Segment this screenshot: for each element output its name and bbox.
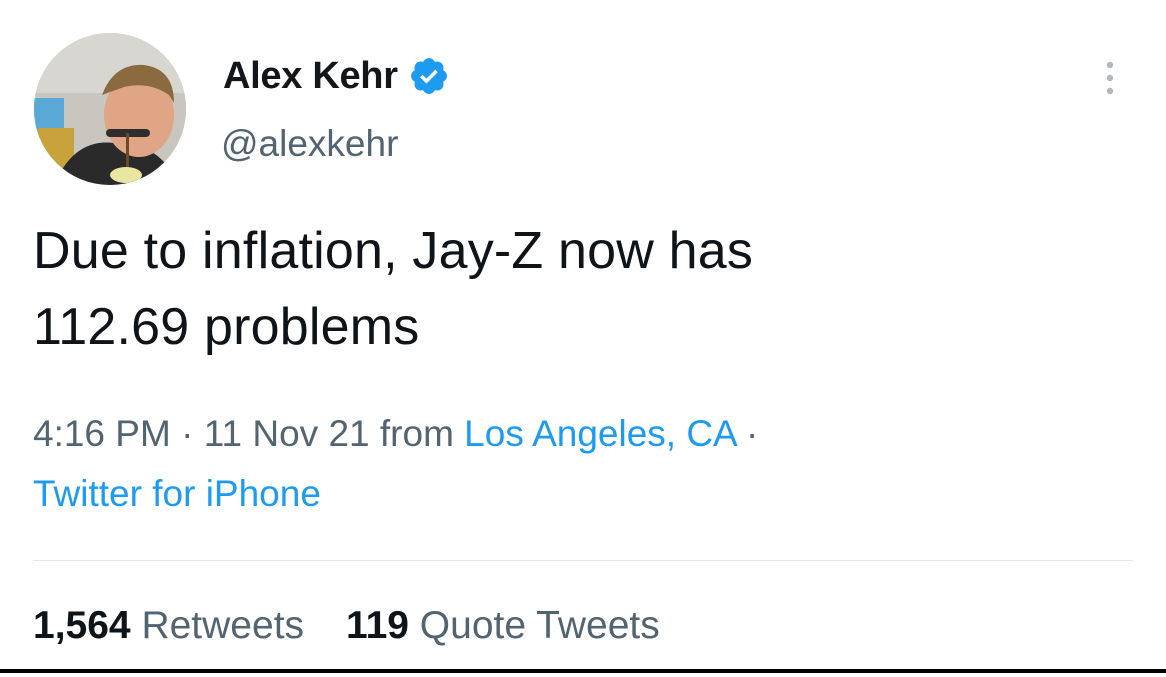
quote-tweets-count: 119 (346, 604, 409, 647)
tweet-text-line: Due to inflation, Jay-Z now has (33, 222, 754, 280)
avatar-photo (34, 33, 186, 185)
avatar[interactable] (34, 33, 186, 185)
divider (33, 560, 1133, 561)
more-options-button[interactable] (1092, 56, 1128, 100)
user-handle[interactable]: @alexkehr (221, 122, 398, 166)
retweets-label: Retweets (141, 604, 305, 647)
timestamp-row: 4:16 PM · 11 Nov 21 from Los Angeles, CA… (33, 404, 1133, 464)
retweets-count: 1,564 (33, 604, 131, 647)
engagement-stats: 1,564 Retweets 119 Quote Tweets (33, 598, 660, 654)
display-name[interactable]: Alex Kehr (223, 55, 398, 98)
tweet-text-line: 112.69 problems (33, 298, 420, 356)
display-name-row: Alex Kehr (223, 50, 450, 102)
separator-dot: · (735, 413, 759, 454)
more-vertical-icon (1106, 61, 1114, 95)
quote-tweets-stat[interactable]: 119 Quote Tweets (346, 598, 660, 654)
retweets-stat[interactable]: 1,564 Retweets (33, 598, 304, 654)
source-row: Twitter for iPhone (33, 464, 1133, 524)
tweet-time[interactable]: 4:16 PM (33, 413, 171, 454)
tweet-metadata: 4:16 PM · 11 Nov 21 from Los Angeles, CA… (33, 404, 1133, 524)
source-link[interactable]: Twitter for iPhone (33, 473, 321, 514)
from-label: from (369, 413, 465, 454)
tweet-date[interactable]: 11 Nov 21 (204, 413, 370, 454)
tweet-text: Due to inflation, Jay-Z now has 112.69 p… (33, 213, 1133, 365)
quote-tweets-label: Quote Tweets (419, 604, 660, 647)
separator-dot: · (170, 413, 204, 454)
bottom-border (0, 669, 1166, 673)
tweet-card: Alex Kehr @alexkehr Due to inflation, Ja… (0, 0, 1166, 677)
verified-badge-icon (410, 58, 447, 94)
location-link[interactable]: Los Angeles, CA (464, 413, 736, 454)
